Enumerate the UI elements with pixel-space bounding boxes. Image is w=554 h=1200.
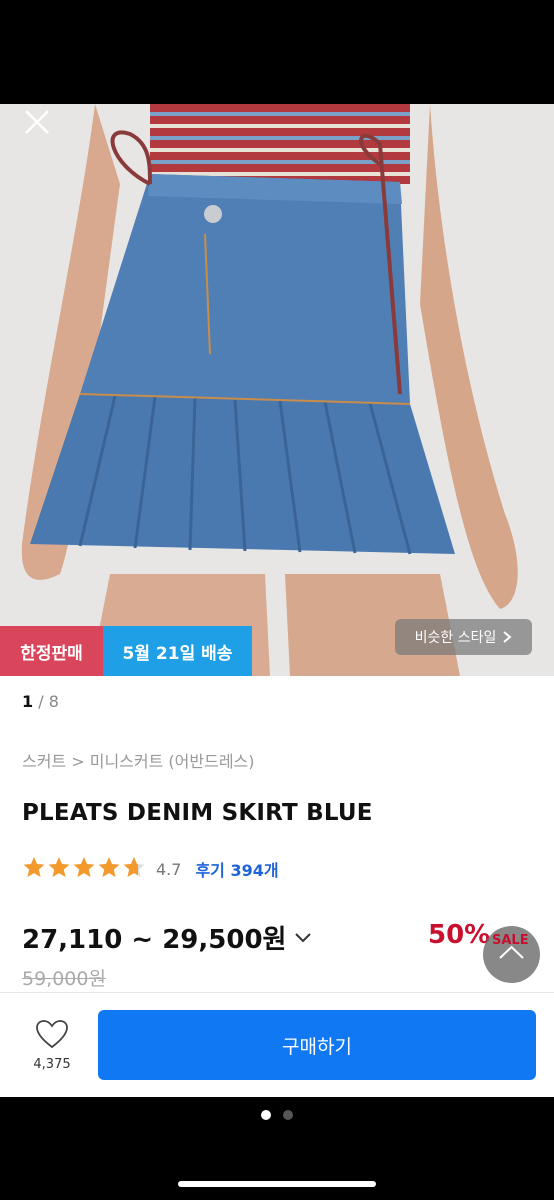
- page-indicator: [0, 1110, 554, 1120]
- star-icon: [98, 857, 120, 877]
- image-counter-current: 1: [22, 692, 34, 711]
- star-icon: [23, 857, 45, 877]
- star-icon: [73, 857, 95, 877]
- limited-sale-badge: 한정판매: [0, 626, 103, 676]
- similar-style-label: 비슷한 스타일: [414, 630, 497, 646]
- image-counter-total: / 8: [38, 692, 59, 711]
- similar-style-button[interactable]: 비슷한 스타일: [395, 619, 532, 655]
- sale-label: SALE: [492, 933, 529, 948]
- review-count-link[interactable]: 후기 394개: [195, 857, 278, 881]
- rating-row[interactable]: 4.7 후기 394개: [22, 856, 279, 882]
- delivery-date-badge: 5월 21일 배송: [103, 626, 252, 676]
- product-image[interactable]: [0, 104, 554, 676]
- rating-value: 4.7: [156, 859, 182, 879]
- image-counter: 1 / 8: [22, 692, 59, 711]
- page-dot[interactable]: [261, 1110, 271, 1120]
- product-title: PLEATS DENIM SKIRT BLUE: [22, 800, 373, 826]
- status-bar: [0, 0, 554, 104]
- original-price: 59,000원: [22, 968, 106, 990]
- star-icon: [123, 857, 145, 877]
- buy-button[interactable]: 구매하기: [98, 1010, 536, 1080]
- close-icon: [25, 110, 49, 134]
- heart-icon: [36, 1020, 68, 1049]
- chevron-right-icon: [503, 631, 512, 643]
- star-icon: [48, 857, 70, 877]
- home-indicator: [178, 1181, 376, 1187]
- discount-rate: 50%: [428, 920, 491, 950]
- breadcrumb[interactable]: 스커트 > 미니스커트 (어반드레스): [22, 748, 255, 772]
- close-button[interactable]: [20, 105, 54, 139]
- page-dot[interactable]: [283, 1110, 293, 1120]
- price-range-text: 27,110 ~ 29,500원: [22, 925, 287, 955]
- like-count: 4,375: [33, 1057, 71, 1072]
- chevron-down-icon: [295, 932, 312, 942]
- star-rating: [22, 856, 147, 882]
- wishlist-button[interactable]: [35, 1019, 69, 1053]
- price-range[interactable]: 27,110 ~ 29,500원: [22, 919, 312, 956]
- product-info: 1 / 8 스커트 > 미니스커트 (어반드레스) PLEATS DENIM S…: [0, 676, 554, 992]
